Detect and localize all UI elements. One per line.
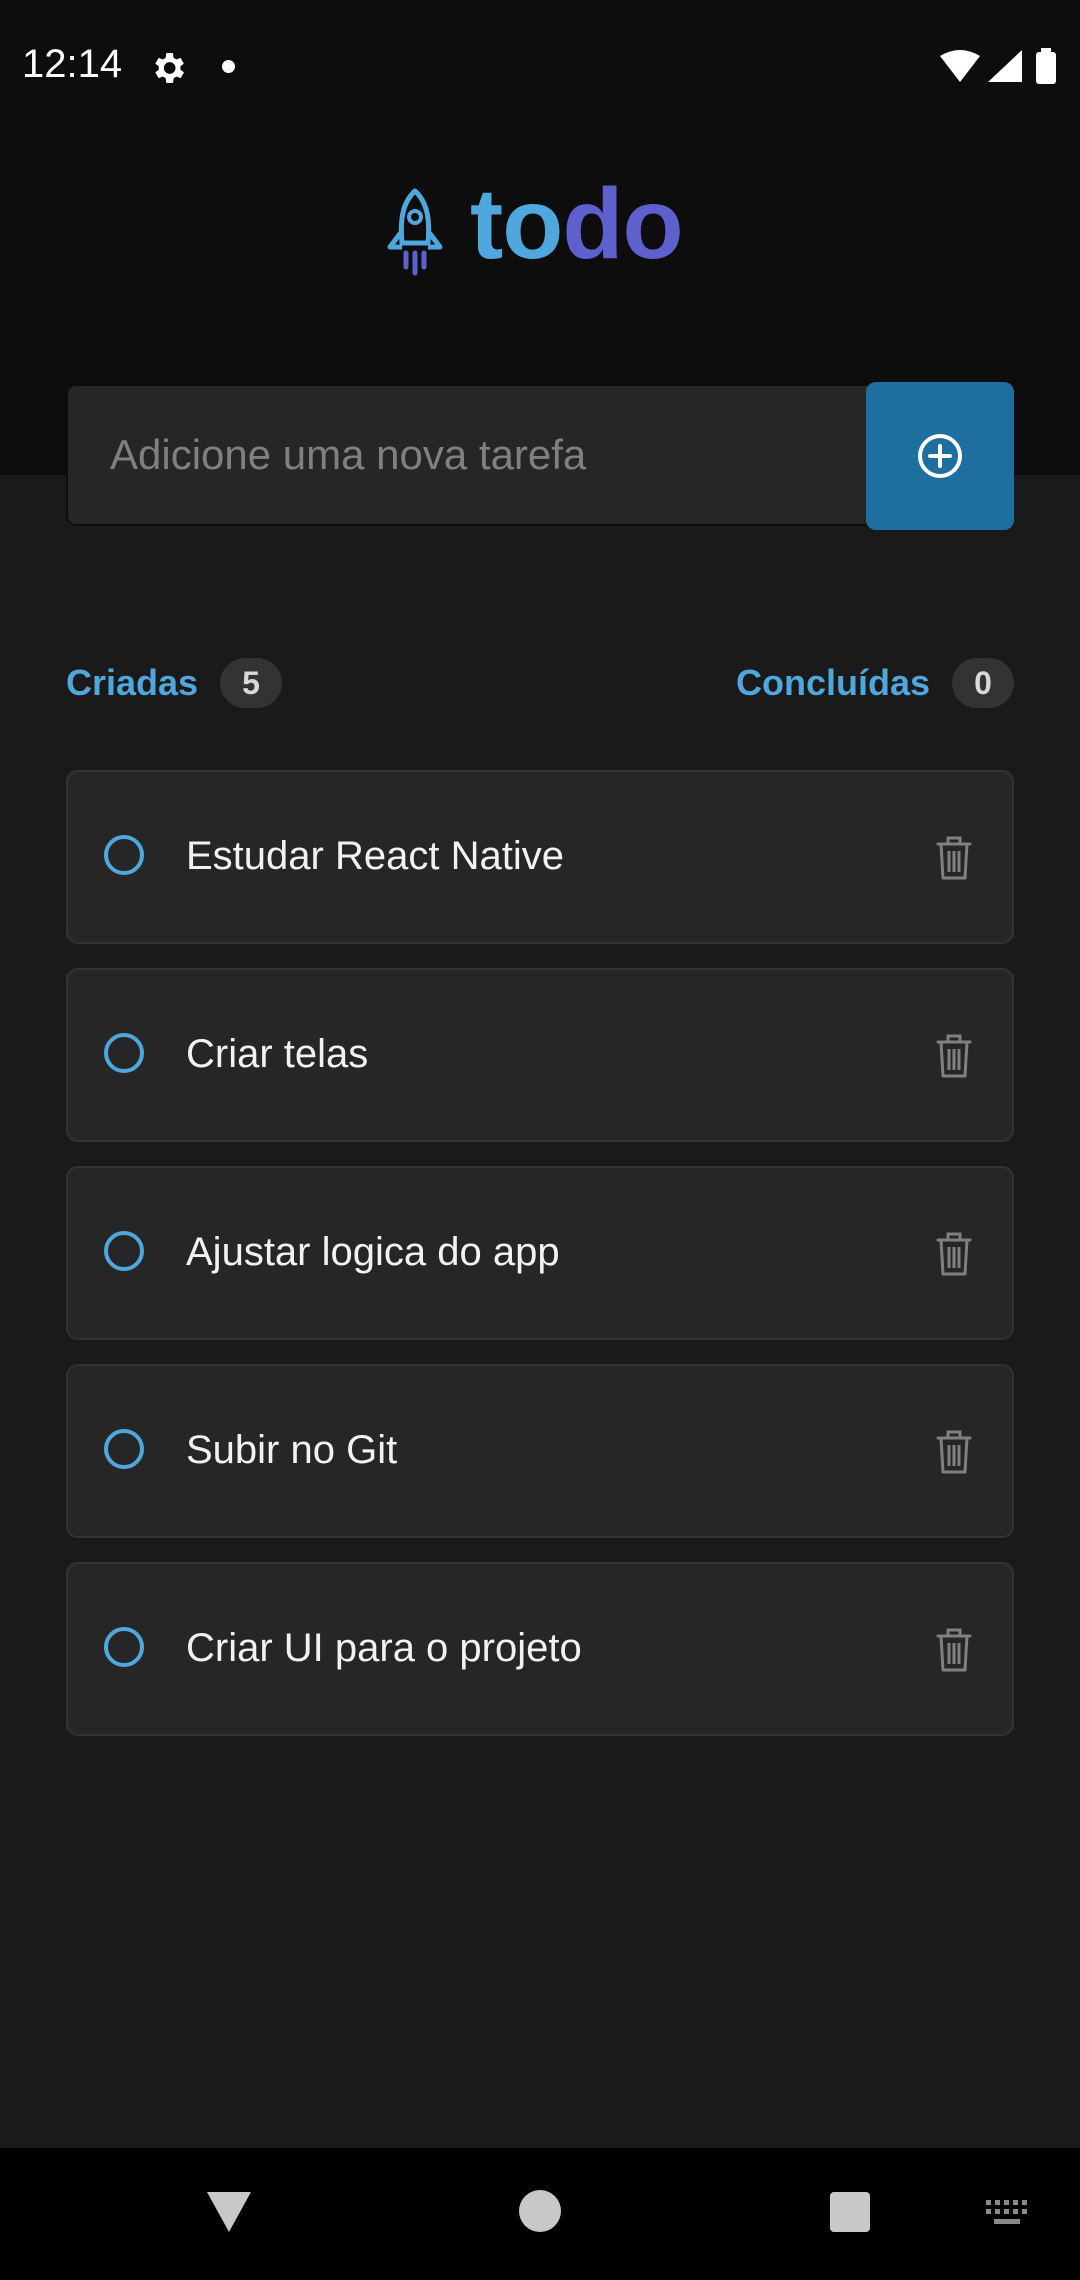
signal-icon <box>988 50 1022 82</box>
system-icons <box>940 48 1056 84</box>
task-item: Ajustar logica do app <box>66 1166 1014 1340</box>
task-counters: Criadas 5 Concluídas 0 <box>66 658 1014 714</box>
gear-icon <box>155 53 184 83</box>
task-text: Subir no Git <box>186 1428 398 1472</box>
trash-icon[interactable] <box>934 1428 974 1476</box>
task-checkbox[interactable] <box>104 1627 144 1667</box>
home-circle-icon[interactable] <box>519 2190 561 2232</box>
back-triangle-icon[interactable] <box>205 2190 253 2234</box>
task-checkbox[interactable] <box>104 1033 144 1073</box>
task-checkbox[interactable] <box>104 835 144 875</box>
app-logo: todo <box>384 168 704 327</box>
trash-icon[interactable] <box>934 834 974 882</box>
created-count-badge: 5 <box>220 658 283 708</box>
created-label: Criadas <box>66 662 199 703</box>
task-checkbox[interactable] <box>104 1231 144 1271</box>
trash-icon[interactable] <box>934 1032 974 1080</box>
recents-square-icon[interactable] <box>830 2192 870 2232</box>
trash-icon[interactable] <box>934 1626 974 1674</box>
task-list: Estudar React Native Criar telas Ajustar… <box>66 770 1014 1760</box>
new-task-input[interactable] <box>66 384 896 526</box>
plus-circle-icon <box>918 434 962 478</box>
task-text: Ajustar logica do app <box>186 1230 560 1274</box>
task-item: Estudar React Native <box>66 770 1014 944</box>
app-title-part2: do <box>562 168 683 280</box>
task-text: Estudar React Native <box>186 834 564 878</box>
trash-icon[interactable] <box>934 1230 974 1278</box>
battery-icon <box>1036 52 1056 84</box>
notification-dot <box>222 60 235 73</box>
app-title: todo <box>470 167 684 282</box>
app-title-part1: to <box>470 168 563 280</box>
done-label: Concluídas <box>735 662 930 703</box>
task-item: Criar UI para o projeto <box>66 1562 1014 1736</box>
done-count-badge: 0 <box>952 658 1014 708</box>
add-task-button[interactable] <box>866 382 1014 530</box>
rocket-icon <box>387 188 443 276</box>
done-counter: Concluídas 0 <box>736 658 1014 708</box>
task-item: Criar telas <box>66 968 1014 1142</box>
wifi-icon <box>940 50 980 82</box>
task-checkbox[interactable] <box>104 1429 144 1469</box>
system-nav-bar <box>0 2148 1080 2280</box>
created-counter: Criadas 5 <box>66 658 283 708</box>
status-time: 12:14 <box>22 42 123 86</box>
task-item: Subir no Git <box>66 1364 1014 1538</box>
task-text: Criar telas <box>186 1032 369 1076</box>
status-bar: 12:14 <box>0 0 1080 135</box>
new-task-row <box>66 382 1014 532</box>
keyboard-icon[interactable] <box>986 2200 1028 2226</box>
task-text: Criar UI para o projeto <box>186 1626 582 1670</box>
